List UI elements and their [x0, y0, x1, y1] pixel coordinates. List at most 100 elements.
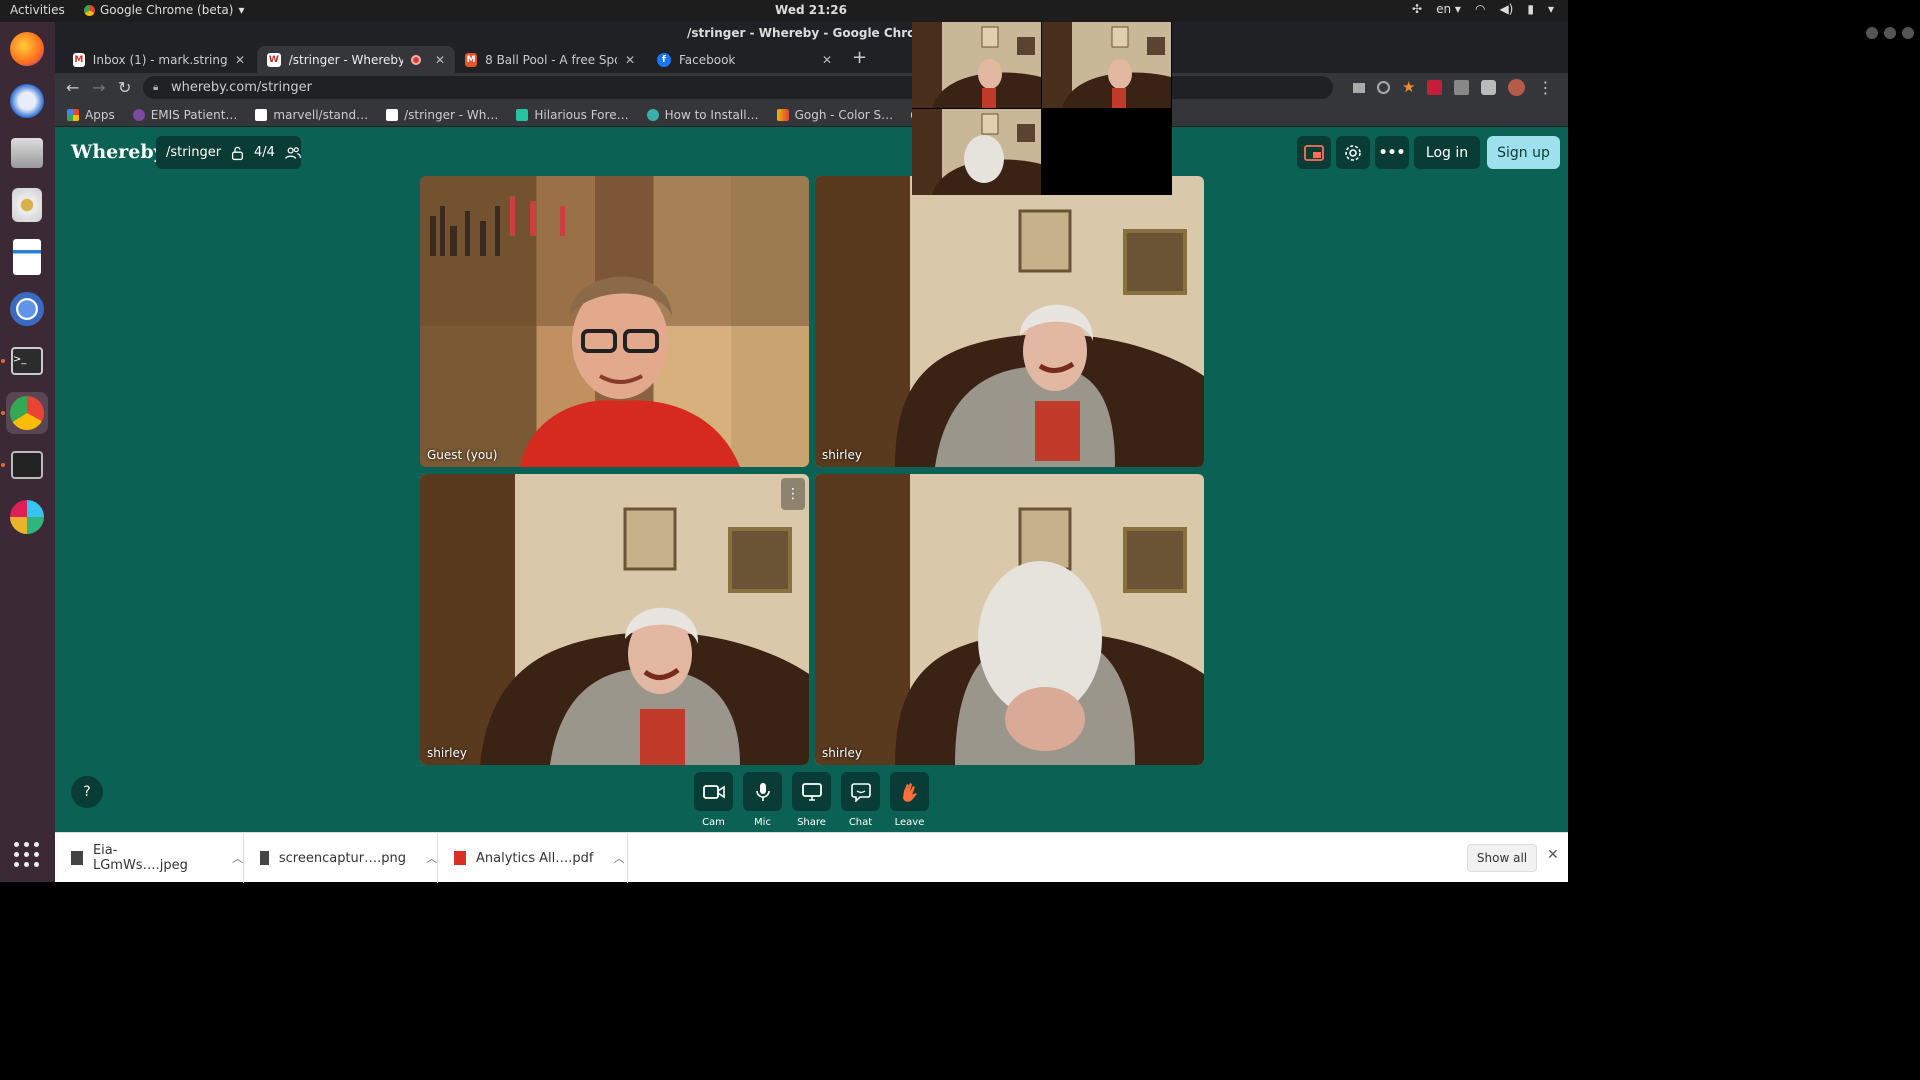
whereby-icon: W [267, 52, 281, 67]
dock-rhythmbox[interactable] [6, 184, 48, 226]
back-icon[interactable]: ← [66, 78, 79, 97]
signup-button[interactable]: Sign up [1487, 136, 1560, 169]
tab-whereby[interactable]: W /stringer - Whereby ✕ [257, 46, 455, 73]
profile-avatar[interactable] [1508, 79, 1526, 96]
reload-icon[interactable]: ↻ [118, 78, 131, 97]
bookmark-gogh[interactable]: Gogh - Color S… [776, 108, 893, 122]
dock-thunderbird[interactable] [6, 80, 48, 122]
cam-button[interactable] [694, 772, 733, 811]
video-tile[interactable]: ⋮ shirley [420, 474, 809, 765]
bookmark-apps[interactable]: Apps [67, 108, 115, 122]
dock-chrome-beta[interactable] [6, 392, 48, 434]
download-filename: Analytics All….pdf [476, 850, 594, 866]
files-icon [11, 138, 43, 168]
tab-facebook[interactable]: f Facebook ✕ [647, 46, 842, 73]
close-icon[interactable]: ✕ [435, 53, 445, 67]
recording-icon [411, 54, 421, 65]
mic-control[interactable]: Mic [743, 772, 782, 828]
bookmark-label: marvell/stand… [273, 107, 369, 122]
share-control[interactable]: Share [792, 772, 831, 828]
bookmark-hilarious[interactable]: Hilarious Fore… [516, 108, 629, 122]
install-icon[interactable] [1377, 81, 1390, 94]
video-tile[interactable]: Guest (you) [420, 176, 809, 467]
dock-system-monitor[interactable] [6, 444, 48, 486]
system-tray[interactable]: ✣ en ▾ ◠ ◀) ▮ ▾ [1412, 2, 1554, 16]
chevron-up-icon[interactable]: ︿ [232, 850, 243, 866]
participant-video [420, 474, 809, 765]
bookmark-label: /stringer - Wh… [404, 107, 499, 122]
mic-button[interactable] [743, 772, 782, 811]
share-button[interactable] [792, 772, 831, 811]
unlock-icon[interactable] [231, 144, 244, 162]
pip-video [912, 109, 1041, 195]
gear-icon [1345, 144, 1361, 161]
bookmark-site-icon [646, 108, 659, 121]
close-icon[interactable]: ✕ [1547, 847, 1559, 863]
bookmark-marvell[interactable]: marvell/stand… [255, 108, 368, 122]
menu-kebab-icon[interactable]: ⋮ [1537, 80, 1553, 96]
tab-label: Inbox (1) - mark.stringer@ [92, 52, 227, 67]
room-info[interactable]: /stringer 4/4 [156, 136, 301, 169]
participant-count: 4/4 [253, 145, 275, 160]
tab-label: 8 Ball Pool - A free Sports [485, 52, 617, 67]
camera-indicator-icon[interactable] [1353, 82, 1365, 93]
picture-in-picture-button[interactable] [1297, 136, 1331, 169]
dock-writer[interactable] [6, 236, 48, 278]
clock[interactable]: Wed 21:26 [0, 3, 1622, 17]
download-item[interactable]: Eia-LGmWs….jpeg ︿ [55, 833, 244, 883]
close-icon[interactable]: ✕ [235, 53, 245, 67]
help-button[interactable]: ? [71, 776, 103, 808]
close-icon[interactable]: ✕ [625, 53, 635, 67]
dock-firefox[interactable] [6, 28, 48, 70]
tile-more-options-icon[interactable]: ⋮ [781, 478, 805, 510]
close-window-button[interactable] [1902, 27, 1914, 39]
chevron-up-icon[interactable]: ︿ [426, 850, 437, 866]
video-tile[interactable]: shirley [815, 474, 1204, 765]
minimize-button[interactable] [1866, 27, 1878, 39]
download-item[interactable]: screencaptur….png ︿ [244, 833, 438, 883]
cam-control[interactable]: Cam [694, 772, 733, 828]
dock-chromium[interactable] [6, 288, 48, 330]
bookmark-emis[interactable]: EMIS Patient… [132, 108, 237, 122]
chevron-up-icon[interactable]: ︿ [614, 850, 625, 866]
video-tile[interactable]: shirley [815, 176, 1204, 467]
screen-share-icon [801, 782, 822, 801]
forward-icon[interactable]: → [92, 78, 105, 97]
leave-button[interactable] [890, 772, 929, 811]
whereby-logo[interactable]: Whereby [71, 141, 165, 163]
chat-control[interactable]: Chat [841, 772, 880, 828]
miniclip-icon: M [465, 52, 478, 67]
show-applications-icon[interactable] [14, 842, 40, 868]
dock-terminal[interactable]: >_ [6, 340, 48, 382]
maximize-button[interactable] [1884, 27, 1896, 39]
language-indicator[interactable]: en ▾ [1436, 2, 1461, 16]
screenshot-icon[interactable] [1454, 80, 1470, 95]
participant-video [815, 474, 1204, 765]
network-grid-icon: ✣ [1412, 2, 1423, 16]
picture-in-picture-window[interactable] [912, 22, 1172, 195]
dock-slack[interactable] [6, 496, 48, 538]
wifi-icon: ◠ [1474, 2, 1486, 16]
download-item[interactable]: Analytics All….pdf ︿ [438, 833, 628, 883]
bookmark-star-icon[interactable]: ★ [1402, 80, 1415, 95]
settings-button[interactable] [1336, 136, 1370, 169]
browser-toolbar: ← → ↻ 🔒︎ whereby.com/stringer ★ ⋮ [55, 73, 1568, 103]
dock-files[interactable] [6, 132, 48, 174]
bookmark-how-to-install[interactable]: How to Install… [646, 108, 759, 122]
more-options-button[interactable]: ••• [1375, 136, 1409, 169]
bookmark-stringer[interactable]: /stringer - Wh… [386, 108, 498, 122]
tab-8ball[interactable]: M 8 Ball Pool - A free Sports ✕ [455, 46, 645, 73]
show-all-downloads-button[interactable]: Show all [1467, 844, 1537, 872]
close-icon[interactable]: ✕ [822, 53, 832, 67]
tab-label: Facebook [679, 52, 736, 67]
login-button[interactable]: Log in [1414, 136, 1480, 169]
whereby-icon [255, 108, 268, 121]
people-icon[interactable] [285, 145, 301, 161]
leave-control[interactable]: Leave [890, 772, 929, 828]
lastpass-icon[interactable] [1427, 80, 1443, 95]
new-tab-button[interactable]: + [852, 47, 867, 68]
tab-inbox[interactable]: M Inbox (1) - mark.stringer@ ✕ [63, 46, 255, 73]
pip-icon [1304, 144, 1324, 161]
chat-button[interactable] [841, 772, 880, 811]
extensions-puzzle-icon[interactable] [1481, 80, 1497, 95]
